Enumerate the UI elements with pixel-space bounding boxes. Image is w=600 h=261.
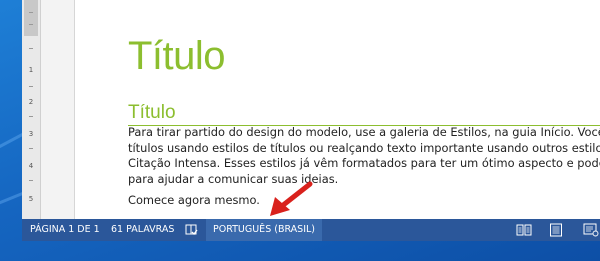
document-heading[interactable]: Título: [128, 102, 600, 126]
ruler-number: 5: [28, 195, 34, 203]
page-count-status[interactable]: PÁGINA 1 DE 1: [30, 219, 100, 241]
ruler-tick: [29, 48, 33, 49]
paragraph-line: Para tirar partido do design do modelo, …: [128, 125, 600, 139]
paragraph-line: para ajudar a comunicar suas ideias.: [128, 171, 339, 186]
document-page[interactable]: Título Título Para tirar partido do desi…: [74, 0, 600, 219]
red-arrow-annotation: [270, 181, 313, 216]
ruler-tick: [29, 116, 33, 117]
paragraph-line: Citação Intensa. Esses estilos já vêm fo…: [128, 156, 600, 170]
ruler-tick: [29, 24, 33, 25]
status-bar: PÁGINA 1 DE 1 61 PALAVRAS PORTUGUÊS (BRA…: [22, 219, 600, 241]
ruler-margin-shade: [24, 0, 38, 36]
web-layout-icon[interactable]: [583, 223, 599, 240]
ruler-number: 3: [28, 130, 34, 138]
read-mode-icon[interactable]: [516, 223, 532, 240]
ruler-tick: [29, 180, 33, 181]
ruler-tick: [29, 148, 33, 149]
document-title[interactable]: Título: [128, 34, 226, 79]
ruler-number: 1: [28, 66, 34, 74]
second-paragraph[interactable]: Comece agora mesmo.: [128, 193, 260, 207]
vertical-ruler: 1 2 3 4 5: [22, 0, 41, 219]
paragraph-line: títulos usando estilos de títulos ou rea…: [128, 140, 600, 155]
word-count-status[interactable]: 61 PALAVRAS: [111, 219, 174, 241]
ruler-tick: [29, 86, 33, 87]
ruler-number: 2: [28, 98, 34, 106]
ruler-number: 4: [28, 162, 34, 170]
proofing-book-icon[interactable]: [184, 223, 198, 240]
language-status[interactable]: PORTUGUÊS (BRASIL): [206, 219, 323, 241]
ruler-tick: [29, 12, 33, 13]
print-layout-icon[interactable]: [549, 223, 563, 240]
body-paragraph[interactable]: Para tirar partido do design do modelo, …: [128, 125, 600, 187]
